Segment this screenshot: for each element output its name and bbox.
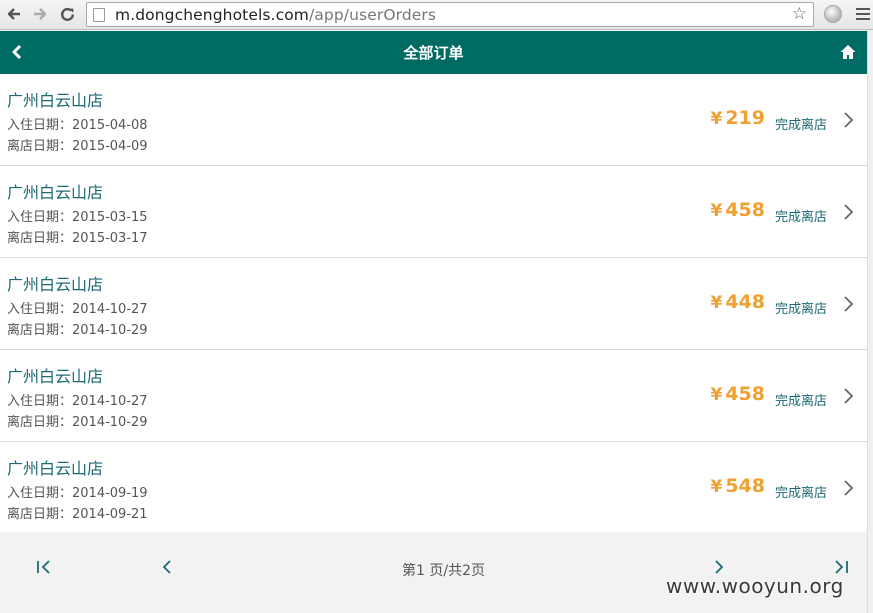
order-status: 完成离店 <box>774 394 827 409</box>
order-row[interactable]: 广州白云山店 入住日期：2014-10-27 离店日期：2014-10-29 ¥… <box>0 258 867 350</box>
pagination: 第1 页/共2页 <box>0 532 867 613</box>
url-text: m.dongchenghotels.com/app/userOrders <box>115 5 437 24</box>
checkin-date: 入住日期：2015-04-08 <box>7 118 148 133</box>
home-icon[interactable] <box>839 43 857 61</box>
order-status: 完成离店 <box>774 486 827 501</box>
checkout-date: 离店日期：2015-04-09 <box>7 139 148 154</box>
checkout-date: 离店日期：2014-09-21 <box>7 507 148 522</box>
checkout-date: 离店日期：2014-10-29 <box>7 323 148 338</box>
chevron-right-icon <box>844 204 854 220</box>
page-title: 全部订单 <box>403 44 464 62</box>
order-price: ¥448 <box>710 291 765 313</box>
order-row[interactable]: 广州白云山店 入住日期：2015-04-08 离店日期：2015-04-09 ¥… <box>0 74 867 166</box>
hotel-name: 广州白云山店 <box>7 367 104 386</box>
order-status: 完成离店 <box>774 118 827 133</box>
order-status: 完成离店 <box>774 210 827 225</box>
app-header: 全部订单 <box>0 31 867 74</box>
order-price: ¥458 <box>710 199 765 221</box>
address-bar[interactable]: m.dongchenghotels.com/app/userOrders ☆ <box>86 2 814 27</box>
hotel-name: 广州白云山店 <box>7 275 104 294</box>
checkin-date: 入住日期：2014-10-27 <box>7 394 148 409</box>
browser-menu-icon[interactable] <box>856 8 870 20</box>
forward-arrow-icon[interactable] <box>30 4 50 24</box>
chevron-right-icon <box>844 480 854 496</box>
hotel-name: 广州白云山店 <box>7 91 104 110</box>
order-price: ¥219 <box>710 107 765 129</box>
order-status: 完成离店 <box>774 302 827 317</box>
hotel-name: 广州白云山店 <box>7 183 104 202</box>
order-list: 广州白云山店 入住日期：2015-04-08 离店日期：2015-04-09 ¥… <box>0 74 867 533</box>
watermark: www.wooyun.org <box>666 574 844 598</box>
reload-icon[interactable] <box>57 4 77 24</box>
chevron-right-icon <box>844 296 854 312</box>
checkin-date: 入住日期：2014-09-19 <box>7 486 148 501</box>
page-icon <box>93 7 105 22</box>
chevron-right-icon <box>844 112 854 128</box>
order-price: ¥458 <box>710 383 765 405</box>
extension-globe-icon[interactable] <box>824 5 842 23</box>
order-row[interactable]: 广州白云山店 入住日期：2014-10-27 离店日期：2014-10-29 ¥… <box>0 350 867 442</box>
order-price: ¥548 <box>710 475 765 497</box>
checkout-date: 离店日期：2014-10-29 <box>7 415 148 430</box>
order-row[interactable]: 广州白云山店 入住日期：2015-03-15 离店日期：2015-03-17 ¥… <box>0 166 867 258</box>
scrollbar[interactable] <box>867 31 873 613</box>
bookmark-star-icon[interactable]: ☆ <box>792 4 807 24</box>
chevron-right-icon <box>844 388 854 404</box>
checkin-date: 入住日期：2014-10-27 <box>7 302 148 317</box>
browser-toolbar: m.dongchenghotels.com/app/userOrders ☆ <box>0 0 873 30</box>
back-chevron-icon[interactable] <box>8 42 28 62</box>
checkout-date: 离店日期：2015-03-17 <box>7 231 148 246</box>
order-row[interactable]: 广州白云山店 入住日期：2014-09-19 离店日期：2014-09-21 ¥… <box>0 442 867 533</box>
checkin-date: 入住日期：2015-03-15 <box>7 210 148 225</box>
hotel-name: 广州白云山店 <box>7 459 104 478</box>
back-arrow-icon[interactable] <box>4 4 24 24</box>
app-viewport: 全部订单 广州白云山店 入住日期：2015-04-08 离店日期：2015-04… <box>0 31 867 613</box>
